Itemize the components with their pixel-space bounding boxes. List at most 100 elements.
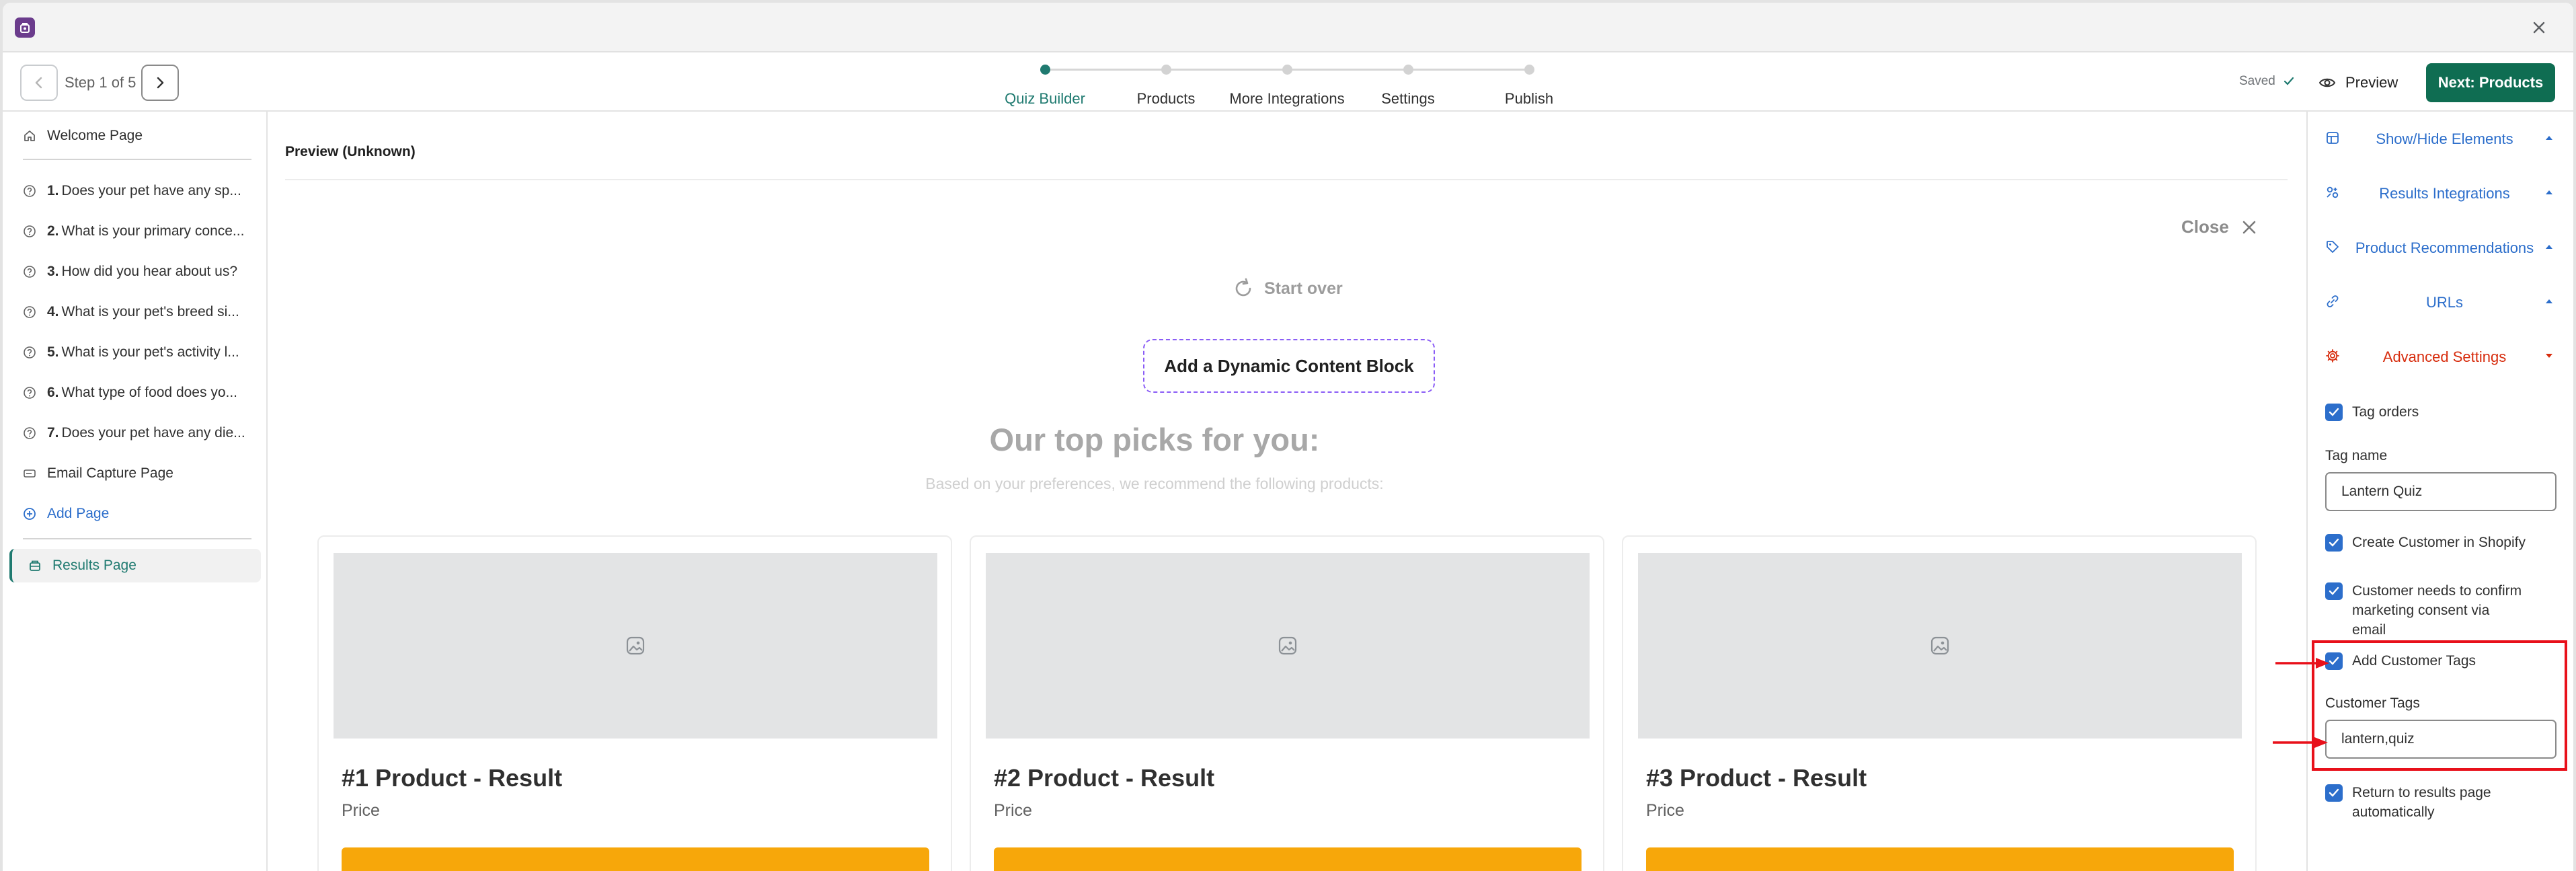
step-dot-settings[interactable]	[1403, 65, 1413, 75]
accordion-show-hide-elements[interactable]: Show/Hide Elements	[2308, 118, 2573, 159]
return-results-checkbox[interactable]: Return to results page automatically	[2325, 783, 2527, 822]
checkbox-label: Tag orders	[2352, 404, 2419, 420]
checkbox-label: Customer needs to confirm marketing cons…	[2352, 583, 2522, 638]
question-circle-icon	[24, 225, 36, 237]
results-subheading: Based on your preferences, we recommend …	[925, 475, 1384, 492]
product-card: #1 Product - Result Price	[317, 535, 952, 871]
preview-divider	[285, 179, 2288, 180]
product-title: #3 Product - Result	[1646, 764, 1867, 792]
sidebar-item-question-1[interactable]: 1. Does your pet have any sp...	[23, 176, 251, 206]
results-preview: Preview (Unknown) Close Start over Add a…	[269, 112, 2306, 871]
question-text: What is your pet's activity l...	[61, 344, 239, 360]
step-dot-quiz-builder[interactable]	[1040, 65, 1050, 75]
annotation-arrow-icon	[2275, 658, 2329, 669]
sidebar-item-question-4[interactable]: 4. What is your pet's breed si...	[23, 297, 251, 327]
preview-button[interactable]: Preview	[2318, 67, 2398, 98]
product-image-placeholder	[986, 553, 1590, 739]
add-page-button[interactable]: Add Page	[23, 499, 251, 529]
step-label-products[interactable]: Products	[1137, 90, 1196, 108]
accordion-label: Advanced Settings	[2382, 348, 2507, 365]
step-dot-publish[interactable]	[1524, 65, 1534, 75]
next-products-button[interactable]: Next: Products	[2426, 63, 2555, 102]
previous-step-button[interactable]	[20, 65, 58, 101]
product-title: #1 Product - Result	[342, 764, 563, 792]
add-dynamic-content-block-button[interactable]: Add a Dynamic Content Block	[1143, 339, 1435, 393]
product-cta-button[interactable]	[1646, 847, 2234, 871]
product-cta-button[interactable]	[994, 847, 1582, 871]
product-price: Price	[994, 801, 1032, 820]
start-over-button[interactable]: Start over	[1232, 277, 1343, 300]
question-circle-icon	[24, 346, 36, 358]
tag-name-input[interactable]: Lantern Quiz	[2325, 472, 2557, 511]
sidebar-item-question-7[interactable]: 7. Does your pet have any die...	[23, 418, 251, 448]
confirm-consent-checkbox[interactable]: Customer needs to confirm marketing cons…	[2325, 581, 2527, 640]
window-close-icon[interactable]	[2528, 16, 2550, 39]
question-circle-icon	[24, 427, 36, 439]
annotation-arrow-icon	[2273, 737, 2328, 748]
product-title: #2 Product - Result	[994, 764, 1215, 792]
close-label: Close	[2181, 217, 2229, 237]
eye-icon	[2318, 78, 2336, 87]
caret-up-icon	[2546, 136, 2552, 140]
question-text: What is your pet's breed si...	[61, 304, 239, 319]
preview-label: Preview	[2345, 74, 2398, 91]
step-label-quiz-builder[interactable]: Quiz Builder	[1005, 90, 1085, 108]
question-number: 4.	[47, 304, 59, 319]
step-count: Step 1 of 5	[65, 74, 136, 91]
step-label-settings[interactable]: Settings	[1381, 90, 1435, 108]
results-icon	[30, 560, 40, 571]
sidebar-item-question-5[interactable]: 5. What is your pet's activity l...	[23, 338, 251, 367]
product-cta-button[interactable]	[342, 847, 929, 871]
step-dot-more-integrations[interactable]	[1282, 65, 1292, 75]
question-text: What is your primary conce...	[61, 223, 245, 239]
accordion-label: Show/Hide Elements	[2376, 130, 2513, 147]
sidebar-item-results-page[interactable]: Results Page	[9, 549, 261, 582]
page-sidebar: Welcome Page 1. Does your pet have any sp…	[3, 112, 268, 871]
create-customer-checkbox[interactable]: Create Customer in Shopify	[2325, 533, 2526, 552]
product-card: #2 Product - Result Price	[970, 535, 1604, 871]
accordion-urls[interactable]: URLs	[2308, 282, 2573, 322]
question-number: 1.	[47, 183, 59, 198]
accordion-product-recommendations[interactable]: Product Recommendations	[2308, 227, 2573, 268]
question-number: 5.	[47, 344, 59, 360]
sidebar-item-label: Email Capture Page	[47, 465, 173, 481]
question-number: 3.	[47, 264, 59, 279]
checkbox-label: Create Customer in Shopify	[2352, 535, 2526, 550]
email-form-icon	[24, 469, 36, 478]
question-text: Does your pet have any sp...	[61, 183, 241, 198]
title-bar	[3, 3, 2573, 52]
step-label-more-integrations[interactable]: More Integrations	[1229, 90, 1344, 108]
caret-up-icon	[2546, 299, 2552, 303]
product-price: Price	[1646, 801, 1684, 820]
question-text: What type of food does yo...	[61, 385, 238, 400]
product-image-placeholder	[334, 553, 937, 739]
refresh-icon	[1235, 278, 1251, 297]
caret-down-icon	[2546, 354, 2552, 358]
step-dot-products[interactable]	[1161, 65, 1171, 75]
question-number: 7.	[47, 425, 59, 441]
accordion-advanced-settings[interactable]: Advanced Settings	[2308, 336, 2573, 377]
sidebar-item-question-3[interactable]: 3. How did you hear about us?	[23, 257, 251, 287]
accordion-results-integrations[interactable]: Results Integrations	[2308, 173, 2573, 213]
accordion-label: URLs	[2425, 294, 2463, 311]
sidebar-divider	[23, 159, 251, 160]
sidebar-item-question-2[interactable]: 2. What is your primary conce...	[23, 217, 251, 246]
sidebar-item-email-capture[interactable]: Email Capture Page	[23, 459, 251, 488]
chevron-right-icon	[157, 77, 164, 89]
product-card: #3 Product - Result Price	[1622, 535, 2257, 871]
home-icon	[24, 130, 35, 141]
next-step-arrow-button[interactable]	[141, 65, 179, 101]
question-circle-icon	[24, 306, 36, 318]
tag-name-label: Tag name	[2325, 448, 2388, 463]
sidebar-item-question-6[interactable]: 6. What type of food does yo...	[23, 378, 251, 408]
progress-stepper: Quiz Builder Products More Integrations …	[1005, 62, 1563, 109]
image-icon	[626, 636, 645, 655]
close-preview-button[interactable]: Close	[2181, 217, 2257, 237]
tag-orders-checkbox[interactable]: Tag orders	[2325, 402, 2419, 422]
start-over-label: Start over	[1264, 278, 1343, 298]
plus-circle-icon	[24, 508, 36, 520]
app-window: Step 1 of 5 Quiz Builder Products More I…	[3, 3, 2573, 871]
sidebar-item-welcome-page[interactable]: Welcome Page	[23, 121, 251, 151]
step-label-publish[interactable]: Publish	[1505, 90, 1553, 108]
image-icon	[1930, 636, 1949, 655]
